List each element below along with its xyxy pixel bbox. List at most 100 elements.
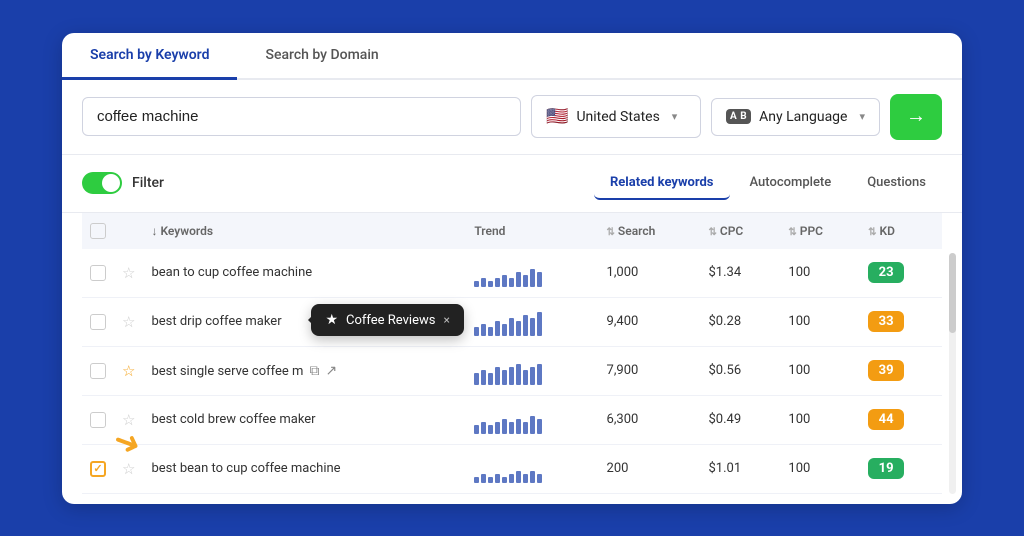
kd-cell: 19 (860, 444, 942, 493)
scrollbar[interactable] (949, 253, 956, 494)
keyword-text: best bean to cup coffee machine (151, 461, 340, 476)
search-button[interactable]: → (890, 94, 942, 140)
trend-bar (474, 477, 479, 483)
ppc-cell: 100 (780, 346, 860, 395)
country-chevron-icon: ▾ (672, 110, 678, 123)
row-star[interactable]: ☆ (122, 460, 135, 478)
scrollbar-thumb[interactable] (949, 253, 956, 333)
copy-icon[interactable]: ⧉ (309, 363, 319, 379)
row-star[interactable]: ☆ (122, 313, 135, 331)
search-volume-cell: 9,400 (599, 297, 701, 346)
row-star[interactable]: ☆ (122, 411, 135, 429)
header-kd[interactable]: ⇅ KD (860, 213, 942, 249)
row-checkbox[interactable] (90, 314, 106, 330)
filter-toggle[interactable] (82, 172, 122, 194)
trend-bars (474, 406, 590, 434)
trend-bar (523, 370, 528, 385)
cpc-cell: $1.01 (701, 444, 781, 493)
search-volume-cell: 200 (599, 444, 701, 493)
kd-cell: 23 (860, 249, 942, 298)
tab-related-keywords[interactable]: Related keywords (594, 167, 730, 200)
search-volume-cell: 1,000 (599, 249, 701, 298)
trend-bar (516, 272, 521, 287)
trend-bar (530, 416, 535, 434)
trend-bars (474, 259, 590, 287)
trend-bar (488, 477, 493, 483)
tooltip-close[interactable]: × (443, 313, 449, 327)
tooltip-popup: ★ Coffee Reviews × (311, 304, 463, 336)
keyword-cell: best drip coffee maker ★ Coffee Reviews × (143, 297, 466, 346)
row-checkbox[interactable] (90, 461, 106, 477)
kd-badge: 44 (868, 409, 904, 430)
kd-badge: 23 (868, 262, 904, 283)
filter-left: Filter (82, 172, 164, 194)
header-ppc[interactable]: ⇅ PPC (780, 213, 860, 249)
trend-bar (537, 272, 542, 287)
kd-cell: 44 (860, 395, 942, 444)
trend-bar (523, 315, 528, 336)
keyword-input[interactable] (82, 97, 521, 136)
keyword-cell: best bean to cup coffee machine (143, 444, 466, 493)
row-checkbox[interactable] (90, 265, 106, 281)
ppc-cell: 100 (780, 249, 860, 298)
language-select[interactable]: A B Any Language ▾ (711, 98, 880, 136)
trend-bar (495, 321, 500, 336)
trend-cell (466, 249, 598, 298)
keyword-text: best single serve coffee m (151, 364, 303, 379)
trend-bar (537, 419, 542, 434)
trend-bar (502, 275, 507, 287)
row-checkbox[interactable] (90, 412, 106, 428)
table-row: ☆best cold brew coffee maker6,300$0.4910… (82, 395, 942, 444)
flag-icon: 🇺🇸 (546, 106, 568, 127)
keyword-text: best drip coffee maker (151, 314, 281, 329)
link-icon[interactable]: ↗ (325, 363, 337, 379)
toggle-switch[interactable] (82, 172, 122, 194)
row-checkbox[interactable] (90, 363, 106, 379)
tooltip-star-icon: ★ (325, 312, 338, 328)
table-row: ☆ best drip coffee maker ★ Coffee Reviews × 9… (82, 297, 942, 346)
table-wrap: ↓ Keywords Trend ⇅ Search ⇅ CPC ⇅ PPC ⇅ … (62, 213, 962, 504)
row-star[interactable]: ☆ (122, 264, 135, 282)
trend-bar (481, 278, 486, 287)
country-label: United States (576, 109, 659, 125)
header-checkbox[interactable] (90, 223, 106, 239)
header-cpc[interactable]: ⇅ CPC (701, 213, 781, 249)
tab-domain[interactable]: Search by Domain (237, 33, 406, 80)
keywords-table: ↓ Keywords Trend ⇅ Search ⇅ CPC ⇅ PPC ⇅ … (82, 213, 942, 494)
header-keywords[interactable]: ↓ Keywords (143, 213, 466, 249)
tab-autocomplete[interactable]: Autocomplete (734, 167, 848, 200)
lang-chevron-icon: ▾ (859, 110, 865, 123)
trend-bars (474, 455, 590, 483)
toggle-circle (102, 174, 120, 192)
trend-bars (474, 357, 590, 385)
tab-questions[interactable]: Questions (851, 167, 942, 200)
filter-row: Filter Related keywords Autocomplete Que… (62, 155, 962, 213)
trend-bar (516, 364, 521, 385)
tab-keyword[interactable]: Search by Keyword (62, 33, 237, 80)
keyword-cell: best cold brew coffee maker (143, 395, 466, 444)
trend-bar (516, 471, 521, 483)
country-select[interactable]: 🇺🇸 United States ▾ (531, 95, 701, 138)
trend-bar (537, 312, 542, 336)
table-header-row: ↓ Keywords Trend ⇅ Search ⇅ CPC ⇅ PPC ⇅ … (82, 213, 942, 249)
trend-bar (495, 422, 500, 434)
keyword-tabs: Related keywords Autocomplete Questions (594, 167, 942, 200)
table-row: ☆best single serve coffee m⧉↗7,900$0.561… (82, 346, 942, 395)
tooltip-label: Coffee Reviews (346, 313, 435, 328)
header-search[interactable]: ⇅ Search (599, 213, 701, 249)
trend-bar (530, 269, 535, 287)
filter-label: Filter (132, 175, 164, 191)
trend-bar (516, 321, 521, 336)
trend-cell (466, 297, 598, 346)
lang-badge: A B (726, 109, 751, 124)
keyword-cell: bean to cup coffee machine (143, 249, 466, 298)
header-star-col (114, 213, 143, 249)
row-star[interactable]: ☆ (122, 362, 135, 380)
trend-bar (509, 318, 514, 336)
trend-bar (495, 474, 500, 483)
search-row: 🇺🇸 United States ▾ A B Any Language ▾ → (62, 80, 962, 155)
keyword-text: bean to cup coffee machine (151, 265, 312, 280)
trend-bar (523, 474, 528, 483)
trend-bar (481, 422, 486, 434)
trend-bar (481, 370, 486, 385)
